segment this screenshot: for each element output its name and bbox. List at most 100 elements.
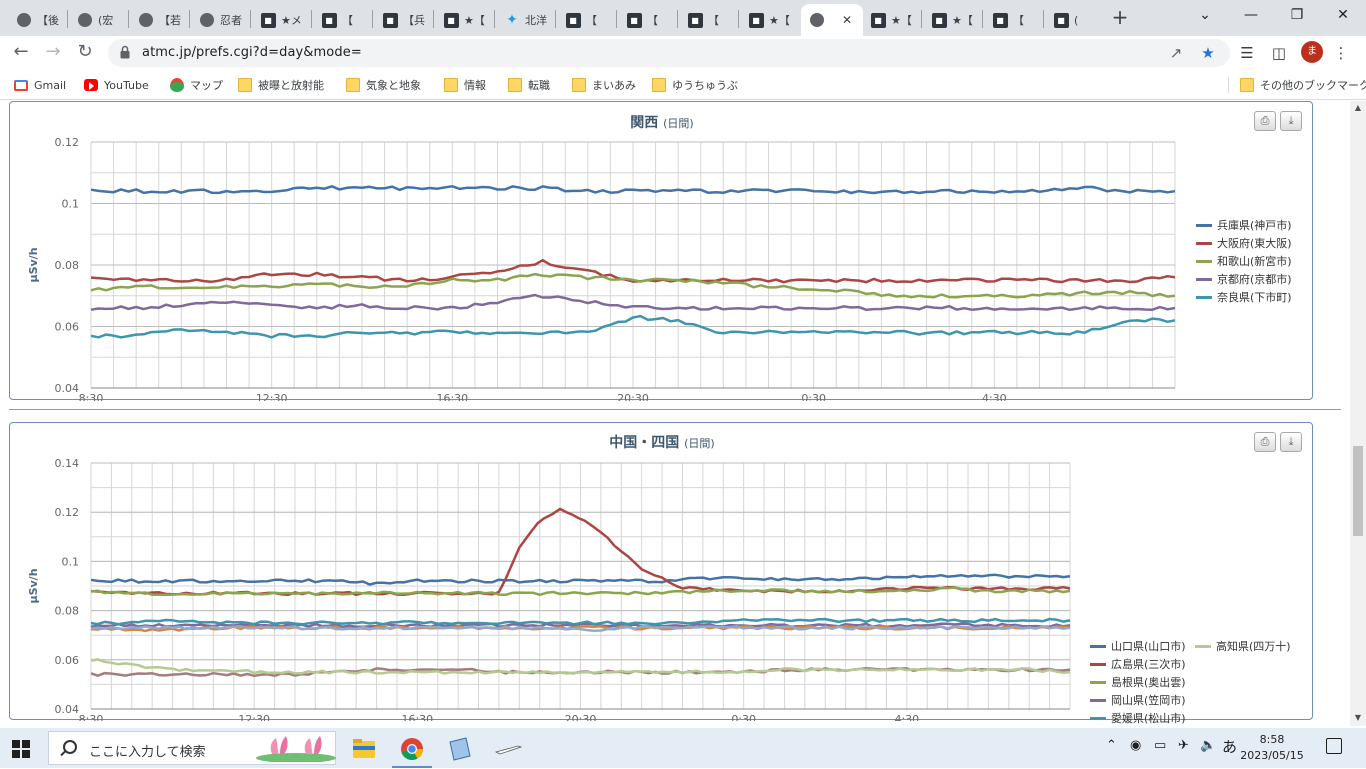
youtube-icon (84, 79, 98, 91)
legend-swatch (1196, 241, 1212, 245)
forward-button[interactable]: → (40, 40, 66, 66)
site-favicon-icon: ■ (1053, 12, 1069, 28)
chrome-taskbar-button[interactable] (392, 732, 432, 768)
browser-tab[interactable]: 忍者 (191, 4, 249, 36)
bookmark-item[interactable]: マップ (170, 76, 223, 94)
minimize-button[interactable]: — (1228, 0, 1274, 32)
tab-search-chevron-icon[interactable]: ⌄ (1182, 0, 1228, 32)
volume-icon[interactable]: 🔈 (1200, 738, 1216, 753)
taskbar-clock[interactable]: 8:58 2023/05/15 (1240, 732, 1304, 764)
browser-tab[interactable]: ■ ★【 (923, 4, 981, 36)
browser-tab[interactable]: ■ 【 (618, 4, 676, 36)
start-button[interactable] (12, 740, 30, 758)
new-tab-button[interactable]: + (1108, 6, 1132, 30)
side-panel-icon[interactable]: ◫ (1268, 42, 1290, 64)
y-tick-label: 0.1 (62, 198, 80, 211)
app-taskbar-button[interactable] (488, 732, 528, 768)
airplane-mode-icon[interactable]: ✈ (1178, 738, 1189, 753)
legend-item[interactable]: 山口県(山口市) (1090, 637, 1186, 655)
bookmark-item[interactable]: 転職 (508, 76, 550, 94)
legend-item[interactable]: 奈良県(下市町) (1196, 288, 1292, 306)
tab-title: 【後 (37, 14, 59, 27)
bookmark-item[interactable]: 情報 (444, 76, 486, 94)
tab-title: 北洋 (525, 14, 547, 27)
x-tick-label: 12:30 (238, 713, 270, 721)
legend-item[interactable]: 島根県(奥出雲) (1090, 673, 1186, 691)
page-content: 関西 (日間) ⎙ ⤓ 0.04 0.06 0.08 0.1 0.12 8:30 12:30… (0, 101, 1350, 726)
site-favicon-icon: ■ (565, 12, 581, 28)
x-tick-label: 0:30 (731, 713, 756, 721)
browser-tab[interactable]: ■ 【 (557, 4, 615, 36)
share-icon[interactable]: ↗ (1166, 43, 1186, 63)
legend-swatch (1090, 716, 1106, 720)
bookmark-label: その他のブックマーク (1260, 79, 1366, 92)
browser-tab[interactable]: ■ 【 (313, 4, 371, 36)
site-favicon-icon: ■ (321, 12, 337, 28)
scroll-down-arrow-icon[interactable]: ▼ (1353, 713, 1363, 722)
browser-tab[interactable]: ■ ★【 (435, 4, 493, 36)
browser-tab[interactable]: ■ ★【 (862, 4, 920, 36)
x-tick-label: 20:30 (617, 392, 649, 401)
bookmark-label: 情報 (464, 79, 486, 92)
legend-item[interactable]: 兵庫県(神戸市) (1196, 216, 1292, 234)
legend-item[interactable]: 愛媛県(松山市) (1090, 709, 1186, 726)
scrollbar-thumb[interactable] (1353, 446, 1363, 536)
maps-pin-icon (170, 78, 184, 92)
browser-tab[interactable]: ■ ★メ (252, 4, 310, 36)
site-favicon-icon: ■ (382, 12, 398, 28)
legend-swatch (1196, 259, 1212, 263)
battery-icon[interactable]: ▭ (1154, 738, 1166, 753)
ime-indicator[interactable]: あ (1222, 736, 1237, 757)
bookmark-item[interactable]: 被曝と放射能 (238, 76, 324, 94)
browser-tab[interactable]: (宏 (69, 4, 127, 36)
legend-item[interactable]: 広島県(三次市) (1090, 655, 1186, 673)
profile-avatar[interactable]: ま (1301, 41, 1323, 63)
legend-item[interactable]: 岡山県(笠岡市) (1090, 691, 1186, 709)
tray-chevron-up-icon[interactable]: ⌃ (1106, 738, 1117, 753)
bookmark-star-icon[interactable]: ★ (1198, 43, 1218, 63)
browser-tab[interactable]: 【若 (130, 4, 188, 36)
notepad-taskbar-button[interactable] (440, 732, 480, 768)
reload-button[interactable]: ↻ (72, 40, 98, 66)
legend-item[interactable]: 高知県(四万十) (1195, 637, 1291, 655)
grid-lines (90, 141, 1176, 389)
maximize-button[interactable]: ❐ (1274, 0, 1320, 32)
legend-swatch (1196, 277, 1212, 281)
tab-title: 【 (647, 14, 658, 27)
url-text[interactable]: atmc.jp/prefs.cgi?d=day&mode= (142, 45, 362, 60)
browser-tab[interactable]: ✕ (801, 4, 863, 36)
browser-tab[interactable]: ■ ★【 (740, 4, 798, 36)
site-favicon-icon: ■ (992, 12, 1008, 28)
menu-kebab-icon[interactable]: ⋮ (1330, 42, 1352, 64)
legend-item[interactable]: 大阪府(東大阪) (1196, 234, 1292, 252)
bookmark-item[interactable]: 気象と地象 (346, 76, 421, 94)
legend-item[interactable]: 和歌山(新宮市) (1196, 252, 1292, 270)
browser-tab[interactable]: ■ 【 (679, 4, 737, 36)
media-control-icon[interactable]: ☰ (1236, 42, 1258, 64)
file-explorer-button[interactable] (344, 732, 384, 768)
legend-swatch (1090, 662, 1106, 666)
bookmark-item[interactable]: YouTube (84, 76, 149, 94)
y-tick-label: 0.12 (55, 506, 80, 519)
bookmark-item[interactable]: Gmail (14, 76, 66, 94)
y-tick-label: 0.08 (55, 605, 80, 618)
browser-tab[interactable]: ■( (1045, 4, 1103, 36)
back-button[interactable]: ← (8, 40, 34, 66)
tab-close-icon[interactable]: ✕ (839, 12, 855, 28)
close-window-button[interactable]: ✕ (1320, 0, 1366, 32)
notification-center-icon[interactable] (1326, 738, 1342, 754)
scroll-up-arrow-icon[interactable]: ▲ (1353, 103, 1363, 112)
address-bar[interactable]: atmc.jp/prefs.cgi?d=day&mode= ↗ ★ (108, 39, 1230, 67)
meet-now-icon[interactable]: ◉ (1130, 738, 1141, 753)
bookmark-item[interactable]: ゆうちゅうぶ (652, 76, 738, 94)
legend-item[interactable]: 京都府(京都市) (1196, 270, 1292, 288)
vertical-scrollbar[interactable]: ▲ ▼ (1350, 101, 1366, 726)
bookmark-other[interactable]: その他のブックマーク (1240, 76, 1366, 94)
browser-tab[interactable]: ■ 【 (984, 4, 1042, 36)
browser-tab[interactable]: ■ 【兵 (374, 4, 432, 36)
legend-swatch (1196, 223, 1212, 227)
bookmark-item[interactable]: まいあみ (572, 76, 636, 94)
browser-tab[interactable]: ✦ 北洋 (496, 4, 554, 36)
browser-tab[interactable]: 【後 (8, 4, 66, 36)
y-tick-label: 0.14 (55, 457, 80, 470)
